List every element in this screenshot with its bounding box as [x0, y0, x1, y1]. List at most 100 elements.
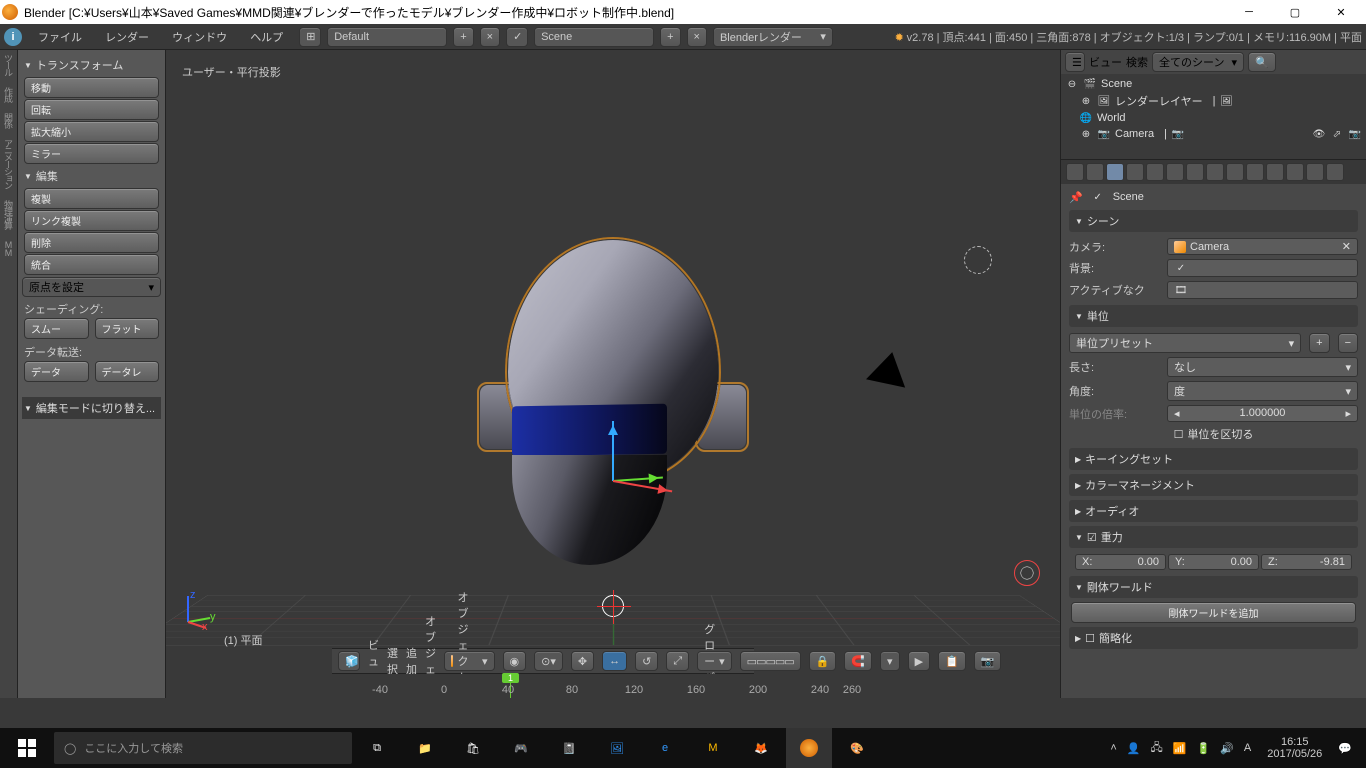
- outliner-search-icon[interactable]: 🔍: [1248, 52, 1276, 72]
- pivot-dropdown[interactable]: ⊙▾: [534, 651, 563, 671]
- scene-camera-field[interactable]: Camera✕: [1167, 238, 1358, 255]
- menu-render[interactable]: レンダー: [95, 32, 159, 44]
- app-edge-icon[interactable]: e: [642, 728, 688, 768]
- start-button[interactable]: [4, 728, 50, 768]
- btn-smooth[interactable]: スムー: [24, 318, 89, 339]
- btn-datalayout[interactable]: データレ: [95, 361, 160, 382]
- section-rigidbody[interactable]: 剛体ワールド: [1069, 576, 1358, 598]
- info-icon[interactable]: i: [4, 28, 22, 46]
- mode-dropdown[interactable]: オブジェクトモード▾: [444, 651, 495, 671]
- layout-dropdown[interactable]: Default: [327, 27, 447, 47]
- unit-preset-dropdown[interactable]: 単位プリセット▾: [1069, 333, 1301, 353]
- section-audio[interactable]: オーディオ: [1069, 500, 1358, 522]
- layout-icon[interactable]: ⊞: [299, 27, 321, 47]
- panel-transform[interactable]: トランスフォーム: [22, 54, 161, 76]
- system-tray[interactable]: ˄👤 🖧📶 🔋🔊 A 16:152017/05/26 💬: [1100, 736, 1362, 760]
- menu-file[interactable]: ファイル: [28, 32, 92, 44]
- layout-add[interactable]: +: [453, 27, 473, 47]
- lock-icon[interactable]: 🔒: [809, 651, 837, 671]
- section-keying[interactable]: キーイングセット: [1069, 448, 1358, 470]
- 3d-viewport[interactable]: ユーザー・平行投影 z y x: [166, 50, 1060, 698]
- preset-remove[interactable]: −: [1338, 333, 1358, 353]
- lamp-object[interactable]: [964, 246, 992, 274]
- app-blender-icon[interactable]: [786, 728, 832, 768]
- task-view-icon[interactable]: ⧉: [354, 728, 400, 768]
- manip-toggle[interactable]: ✥: [571, 651, 594, 671]
- snap-type[interactable]: ▾: [880, 651, 900, 671]
- app-paint-icon[interactable]: 🎨: [834, 728, 880, 768]
- gravity-y[interactable]: Y:0.00: [1168, 554, 1259, 570]
- snap-icon[interactable]: 🧲: [844, 651, 872, 671]
- axis-z-icon[interactable]: [612, 421, 614, 481]
- manip-rotate-icon[interactable]: ↺: [635, 651, 658, 671]
- btn-data[interactable]: データ: [24, 361, 89, 382]
- btn-flat[interactable]: フラット: [95, 318, 160, 339]
- taskbar-clock[interactable]: 16:152017/05/26: [1261, 736, 1328, 760]
- layout-remove[interactable]: ×: [480, 27, 500, 47]
- gravity-z[interactable]: Z:-9.81: [1261, 554, 1352, 570]
- close-button[interactable]: ✕: [1318, 0, 1364, 24]
- unit-length[interactable]: なし▾: [1167, 357, 1358, 377]
- section-scene[interactable]: シーン: [1069, 210, 1358, 232]
- layers-grid[interactable]: ▭▭▭▭▭: [740, 651, 801, 671]
- minimize-button[interactable]: ─: [1226, 0, 1272, 24]
- unit-scale[interactable]: ◂1.000000▸: [1167, 405, 1358, 422]
- svg-text:x: x: [202, 621, 208, 630]
- btn-join[interactable]: 統合: [24, 254, 159, 275]
- btn-rotate[interactable]: 回転: [24, 99, 159, 120]
- scene-dropdown[interactable]: Scene: [534, 27, 654, 47]
- manip-scale-icon[interactable]: ⤢: [666, 651, 689, 671]
- scene-active-field[interactable]: 🎞: [1167, 281, 1358, 299]
- gravity-x[interactable]: X:0.00: [1075, 554, 1166, 570]
- camera-icon[interactable]: 📷: [974, 651, 1002, 671]
- btn-duplicate[interactable]: 複製: [24, 188, 159, 209]
- btn-delete[interactable]: 削除: [24, 232, 159, 253]
- outliner-filter[interactable]: 全てのシーン▾: [1152, 52, 1244, 72]
- btn-add-rigidbody[interactable]: 剛体ワールドを追加: [1071, 602, 1356, 623]
- shading-solid-icon[interactable]: ◉: [503, 651, 527, 671]
- app-xbox-icon[interactable]: 🎮: [498, 728, 544, 768]
- render-preview-icon[interactable]: ▶: [908, 651, 930, 671]
- btn-mirror[interactable]: ミラー: [24, 143, 159, 164]
- taskbar-search[interactable]: ◯ここに入力して検索: [54, 732, 352, 764]
- scene-bg-field[interactable]: ✓: [1167, 259, 1358, 277]
- btn-translate[interactable]: 移動: [24, 77, 159, 98]
- hdr-add[interactable]: 追加: [406, 645, 417, 677]
- section-colormgmt[interactable]: カラーマネージメント: [1069, 474, 1358, 496]
- scene-remove[interactable]: ×: [687, 27, 707, 47]
- outliner-tree[interactable]: ⊖🎬Scene ⊕🖼レンダーレイヤー|🖼 🌐World ⊕📷Camera|📷👁⬀…: [1061, 74, 1366, 144]
- btn-linkdup[interactable]: リンク複製: [24, 210, 159, 231]
- property-tabs[interactable]: [1061, 160, 1366, 184]
- section-units[interactable]: 単位: [1069, 305, 1358, 327]
- app-mail-icon[interactable]: M: [690, 728, 736, 768]
- preset-add[interactable]: +: [1309, 333, 1329, 353]
- menu-help[interactable]: ヘルプ: [240, 32, 293, 44]
- origin-dropdown[interactable]: 原点を設定▾: [22, 277, 161, 297]
- section-simplify[interactable]: ☐簡略化: [1069, 627, 1358, 649]
- app-onenote-icon[interactable]: 📓: [546, 728, 592, 768]
- scene-add[interactable]: +: [660, 27, 680, 47]
- section-gravity[interactable]: ☑重力: [1069, 526, 1358, 548]
- btn-scale[interactable]: 拡大縮小: [24, 121, 159, 142]
- app-firefox-icon[interactable]: 🦊: [738, 728, 784, 768]
- app-store-icon[interactable]: 🛍: [450, 728, 496, 768]
- orientation-dropdown[interactable]: グローバル▾: [697, 651, 732, 671]
- editor-type-icon[interactable]: 🧊: [338, 651, 360, 671]
- panel-operator[interactable]: 編集モードに切り替え...: [22, 397, 161, 419]
- camera-object[interactable]: [871, 332, 915, 376]
- outliner-view[interactable]: ビュー: [1089, 54, 1122, 70]
- hdr-select[interactable]: 選択: [387, 645, 398, 677]
- scene-icon[interactable]: ✓: [506, 27, 528, 47]
- app-explorer-icon[interactable]: 📁: [402, 728, 448, 768]
- panel-edit[interactable]: 編集: [22, 165, 161, 187]
- gpencil-icon[interactable]: 📋: [938, 651, 966, 671]
- maximize-button[interactable]: ▢: [1272, 0, 1318, 24]
- timeline-ruler[interactable]: -400 4080 120160 200240 260: [332, 674, 754, 698]
- unit-angle[interactable]: 度▾: [1167, 381, 1358, 401]
- menu-window[interactable]: ウィンドウ: [162, 32, 237, 44]
- outliner-type-icon[interactable]: ☰: [1065, 52, 1085, 72]
- tool-tabs[interactable]: ツール作成関係アニメーション物理演算MM: [0, 50, 18, 698]
- app-photos-icon[interactable]: 🖼: [594, 728, 640, 768]
- render-engine-dropdown[interactable]: Blenderレンダー▾: [713, 27, 833, 47]
- manip-translate-icon[interactable]: ↔: [602, 651, 627, 671]
